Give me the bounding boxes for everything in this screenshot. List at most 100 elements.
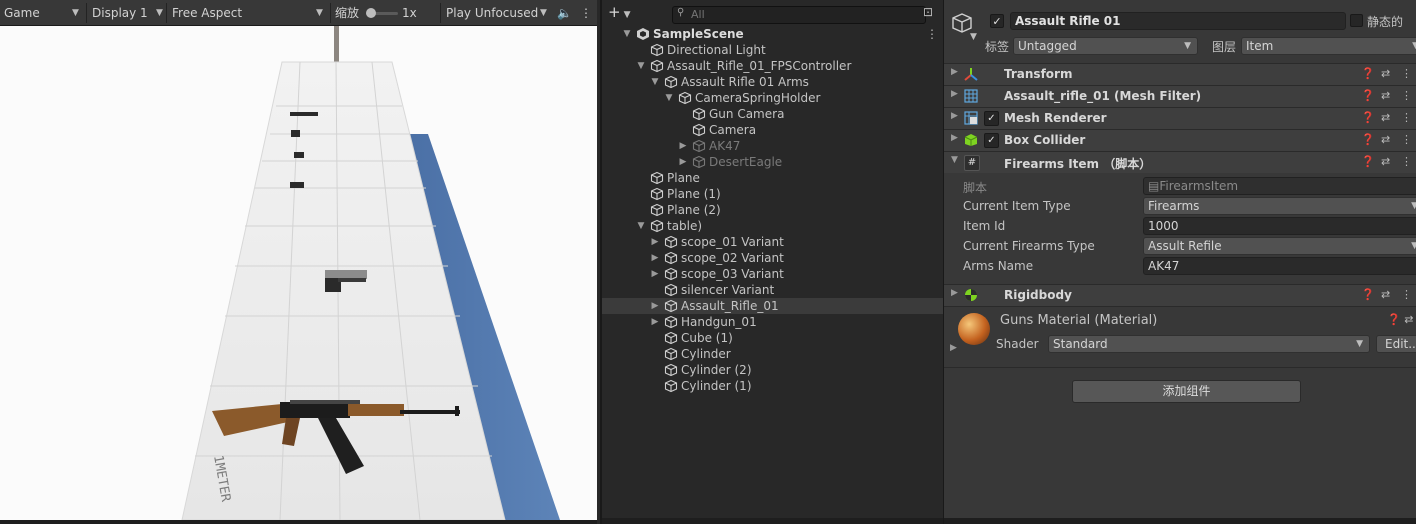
foldout-arrow-icon[interactable]: ▼ [951, 155, 958, 165]
foldout-arrow-icon[interactable]: ▶ [951, 133, 958, 143]
context-menu-icon[interactable]: ⋮ [1401, 67, 1412, 80]
help-icon[interactable]: ❓ [1361, 133, 1375, 146]
play-mode-dropdown[interactable]: Play Unfocused ▼ [446, 4, 550, 22]
hierarchy-item[interactable]: Cube (1) [602, 330, 943, 346]
preset-icon[interactable]: ⇄ [1381, 89, 1390, 102]
object-name-field[interactable] [1010, 12, 1346, 30]
component-mesh-renderer[interactable]: ▶ ✓ Mesh Renderer ❓ ⇄ ⋮ [944, 107, 1416, 129]
foldout-arrow-icon[interactable]: ▶ [951, 111, 958, 121]
hierarchy-item[interactable]: Plane (1) [602, 186, 943, 202]
foldout-arrow-icon[interactable]: ▼ [636, 58, 646, 74]
hierarchy-scene-row[interactable]: ▼ SampleScene [602, 26, 943, 42]
tag-dropdown[interactable]: Untagged ▼ [1013, 37, 1198, 55]
create-add-button[interactable]: + ▼ [608, 4, 634, 22]
help-icon[interactable]: ❓ [1361, 89, 1375, 102]
foldout-arrow-icon[interactable]: ▶ [951, 67, 958, 77]
hierarchy-item[interactable]: ▶ scope_01 Variant [602, 234, 943, 250]
chevron-down-icon[interactable]: ▼ [970, 32, 977, 42]
hierarchy-item[interactable]: ▼ CameraSpringHolder [602, 90, 943, 106]
hierarchy-item[interactable]: ▼ table) [602, 218, 943, 234]
hierarchy-item[interactable]: ▶ Handgun_01 [602, 314, 943, 330]
shader-dropdown[interactable]: Standard ▼ [1048, 335, 1370, 353]
hierarchy-item[interactable]: Directional Light [602, 42, 943, 58]
component-box-collider[interactable]: ▶ ✓ Box Collider ❓ ⇄ ⋮ [944, 129, 1416, 151]
search-filter-icon[interactable]: ⊡ [923, 5, 939, 21]
help-icon[interactable]: ❓ [1361, 288, 1375, 301]
hierarchy-item[interactable]: ▼ Assault_Rifle_01_FPSController [602, 58, 943, 74]
hierarchy-search[interactable]: ⚲ [672, 6, 926, 24]
shader-edit-button[interactable]: Edit... [1376, 335, 1416, 353]
hierarchy-item[interactable]: Cylinder (2) [602, 362, 943, 378]
component-transform[interactable]: ▶ Transform ❓ ⇄ ⋮ [944, 63, 1416, 85]
gameobject-cube-icon[interactable] [951, 12, 973, 34]
arms-name-field[interactable]: AK47 [1143, 257, 1416, 275]
enabled-checkbox[interactable]: ✓ [984, 111, 999, 126]
game-view-dropdown[interactable]: Game ▼ [4, 4, 79, 22]
foldout-arrow-icon[interactable]: ▶ [650, 314, 660, 330]
foldout-arrow-icon[interactable]: ▼ [664, 90, 674, 106]
hierarchy-item[interactable]: ▶ scope_03 Variant [602, 266, 943, 282]
item-type-dropdown[interactable]: Firearms ▼ [1143, 197, 1416, 215]
enabled-checkbox[interactable]: ✓ [984, 133, 999, 148]
foldout-arrow-icon[interactable]: ▶ [678, 138, 688, 154]
component-title: Assault_rifle_01 (Mesh Filter) [1004, 89, 1202, 103]
context-menu-icon[interactable]: ⋮ [1401, 155, 1412, 168]
static-checkbox[interactable] [1350, 14, 1363, 27]
component-rigidbody[interactable]: ▶ Rigidbody ❓ ⇄ ⋮ [944, 284, 1416, 306]
help-icon[interactable]: ❓ [1361, 111, 1375, 124]
component-firearms-item[interactable]: ▼ # Firearms Item （脚本） ❓ ⇄ ⋮ [944, 151, 1416, 173]
help-icon[interactable]: ❓ [1361, 67, 1375, 80]
hierarchy-item[interactable]: Plane (2) [602, 202, 943, 218]
hierarchy-item[interactable]: ▶ scope_02 Variant [602, 250, 943, 266]
foldout-arrow-icon[interactable]: ▶ [650, 250, 660, 266]
hierarchy-item[interactable]: Camera [602, 122, 943, 138]
hierarchy-item[interactable]: ▼ Assault Rifle 01 Arms [602, 74, 943, 90]
hierarchy-item[interactable]: Cylinder [602, 346, 943, 362]
script-object-field[interactable]: ▤FirearmsItem [1143, 177, 1416, 195]
stats-menu-icon[interactable]: ⋮ [580, 4, 592, 22]
hierarchy-item[interactable]: Gun Camera [602, 106, 943, 122]
foldout-arrow-icon[interactable]: ▶ [650, 298, 660, 314]
audio-mute-icon[interactable]: 🔈 [557, 4, 572, 22]
hierarchy-item[interactable]: Plane [602, 170, 943, 186]
foldout-arrow-icon[interactable]: ▼ [636, 218, 646, 234]
preset-icon[interactable]: ⇄ [1404, 313, 1413, 326]
hierarchy-item[interactable]: ▶ Assault_Rifle_01 [602, 298, 943, 314]
help-icon[interactable]: ❓ [1361, 155, 1375, 168]
preset-icon[interactable]: ⇄ [1381, 288, 1390, 301]
aspect-dropdown[interactable]: Free Aspect ▼ [172, 4, 328, 22]
material-preview-sphere[interactable] [958, 313, 990, 345]
hierarchy-item[interactable]: Cylinder (1) [602, 378, 943, 394]
scale-slider[interactable] [366, 8, 398, 18]
item-id-field[interactable]: 1000 [1143, 217, 1416, 235]
foldout-arrow-icon[interactable]: ▶ [650, 266, 660, 282]
context-menu-icon[interactable]: ⋮ [1401, 133, 1412, 146]
add-component-button[interactable]: 添加组件 [1072, 380, 1301, 403]
search-input[interactable] [691, 7, 911, 21]
component-mesh-filter[interactable]: ▶ Assault_rifle_01 (Mesh Filter) ❓ ⇄ ⋮ [944, 85, 1416, 107]
preset-icon[interactable]: ⇄ [1381, 155, 1390, 168]
preset-icon[interactable]: ⇄ [1381, 67, 1390, 80]
foldout-arrow-icon[interactable]: ▼ [650, 74, 660, 90]
hierarchy-item[interactable]: silencer Variant [602, 282, 943, 298]
foldout-arrow-icon[interactable]: ▶ [950, 343, 957, 353]
foldout-arrow-icon[interactable]: ▶ [951, 288, 958, 298]
firearms-type-dropdown[interactable]: Assult Refile ▼ [1143, 237, 1416, 255]
foldout-arrow-icon[interactable]: ▶ [678, 154, 688, 170]
preset-icon[interactable]: ⇄ [1381, 133, 1390, 146]
foldout-arrow-icon[interactable]: ▶ [650, 234, 660, 250]
help-icon[interactable]: ❓ [1387, 313, 1401, 326]
context-menu-icon[interactable]: ⋮ [1401, 89, 1412, 102]
display-dropdown[interactable]: Display 1 ▼ [92, 4, 164, 22]
hierarchy-item[interactable]: ▶ DesertEagle [602, 154, 943, 170]
game-viewport[interactable]: 1METER [0, 26, 597, 520]
scale-slider-handle[interactable] [366, 8, 376, 18]
context-menu-icon[interactable]: ⋮ [1401, 288, 1412, 301]
context-menu-icon[interactable]: ⋮ [1401, 111, 1412, 124]
hierarchy-item[interactable]: ▶ AK47 [602, 138, 943, 154]
layer-dropdown[interactable]: Item ▼ [1241, 37, 1416, 55]
foldout-arrow-icon[interactable]: ▼ [622, 26, 632, 42]
active-checkbox[interactable]: ✓ [990, 14, 1004, 28]
preset-icon[interactable]: ⇄ [1381, 111, 1390, 124]
foldout-arrow-icon[interactable]: ▶ [951, 89, 958, 99]
